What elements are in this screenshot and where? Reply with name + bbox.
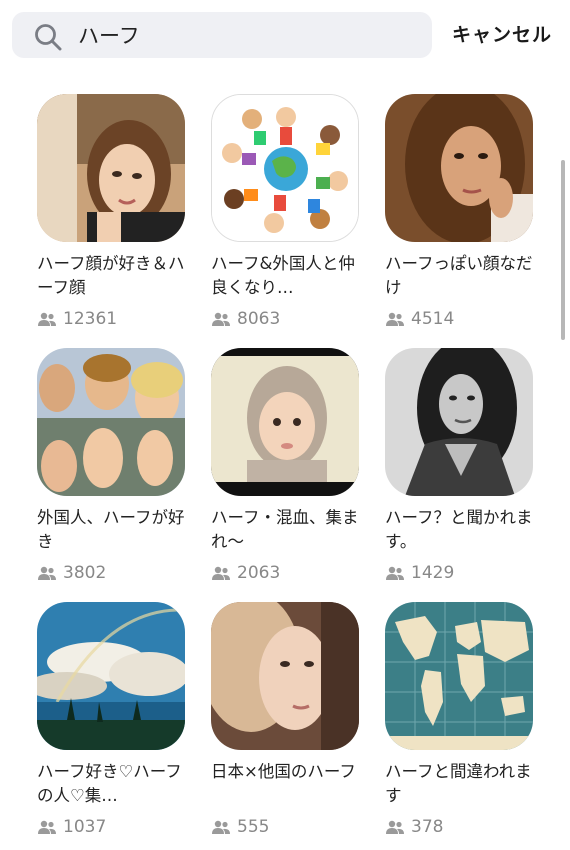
- group-tile[interactable]: ハーフ？と聞かれます。 1429: [385, 348, 545, 584]
- group-thumbnail: [37, 94, 185, 242]
- member-count-value: 1429: [411, 563, 455, 583]
- group-title: ハーフ好き♡ハーフの人♡集…: [37, 762, 182, 805]
- group-tile[interactable]: ハーフ顔が好き＆ハーフ顔 12361: [37, 94, 197, 330]
- group-thumbnail: [37, 602, 185, 750]
- group-title: ハーフ・混血、集まれ〜: [211, 508, 359, 551]
- group-thumbnail: [385, 602, 533, 750]
- group-thumbnail: [211, 348, 359, 496]
- group-title: ハーフ&外国人と仲良くなり…: [211, 254, 355, 297]
- group-tile[interactable]: ハーフと間違われます 378: [385, 602, 545, 838]
- scrollbar[interactable]: [561, 160, 565, 340]
- people-icon: [386, 312, 404, 326]
- member-count: 2063: [211, 562, 371, 584]
- member-count: 8063: [211, 308, 371, 330]
- group-title: ハーフ？と聞かれます。: [385, 508, 533, 551]
- member-count-value: 2063: [237, 563, 281, 583]
- member-count: 3802: [37, 562, 197, 584]
- group-title: 外国人、ハーフが好き: [37, 508, 185, 551]
- people-icon: [386, 566, 404, 580]
- group-tile[interactable]: 外国人、ハーフが好き 3802: [37, 348, 197, 584]
- people-icon: [212, 312, 230, 326]
- group-thumbnail: [37, 348, 185, 496]
- group-thumbnail: [211, 94, 359, 242]
- member-count: 555: [211, 816, 371, 838]
- group-thumbnail: [385, 94, 533, 242]
- member-count-value: 378: [411, 817, 444, 837]
- group-title: 日本×他国のハーフ: [211, 762, 356, 781]
- member-count-value: 4514: [411, 309, 455, 329]
- group-results-grid: ハーフ顔が好き＆ハーフ顔 12361 ハーフ&外国人と仲良くなり… 8063 ハ…: [0, 0, 570, 850]
- member-count: 12361: [37, 308, 197, 330]
- member-count: 1429: [385, 562, 545, 584]
- group-tile[interactable]: ハーフ&外国人と仲良くなり… 8063: [211, 94, 371, 330]
- people-icon: [386, 820, 404, 834]
- member-count-value: 12361: [63, 309, 118, 329]
- member-count-value: 8063: [237, 309, 281, 329]
- member-count-value: 3802: [63, 563, 107, 583]
- member-count: 1037: [37, 816, 197, 838]
- group-tile[interactable]: 日本×他国のハーフ 555: [211, 602, 371, 838]
- group-title: ハーフっぽい顔なだけ: [385, 254, 533, 297]
- people-icon: [212, 820, 230, 834]
- group-tile[interactable]: ハーフ好き♡ハーフの人♡集… 1037: [37, 602, 197, 838]
- group-thumbnail: [385, 348, 533, 496]
- member-count: 378: [385, 816, 545, 838]
- member-count-value: 555: [237, 817, 270, 837]
- group-tile[interactable]: ハーフ・混血、集まれ〜 2063: [211, 348, 371, 584]
- people-icon: [38, 312, 56, 326]
- member-count: 4514: [385, 308, 545, 330]
- people-icon: [38, 820, 56, 834]
- group-tile[interactable]: ハーフっぽい顔なだけ 4514: [385, 94, 545, 330]
- group-thumbnail: [211, 602, 359, 750]
- group-title: ハーフ顔が好き＆ハーフ顔: [37, 254, 185, 297]
- group-title: ハーフと間違われます: [385, 762, 532, 805]
- people-icon: [212, 566, 230, 580]
- people-icon: [38, 566, 56, 580]
- member-count-value: 1037: [63, 817, 107, 837]
